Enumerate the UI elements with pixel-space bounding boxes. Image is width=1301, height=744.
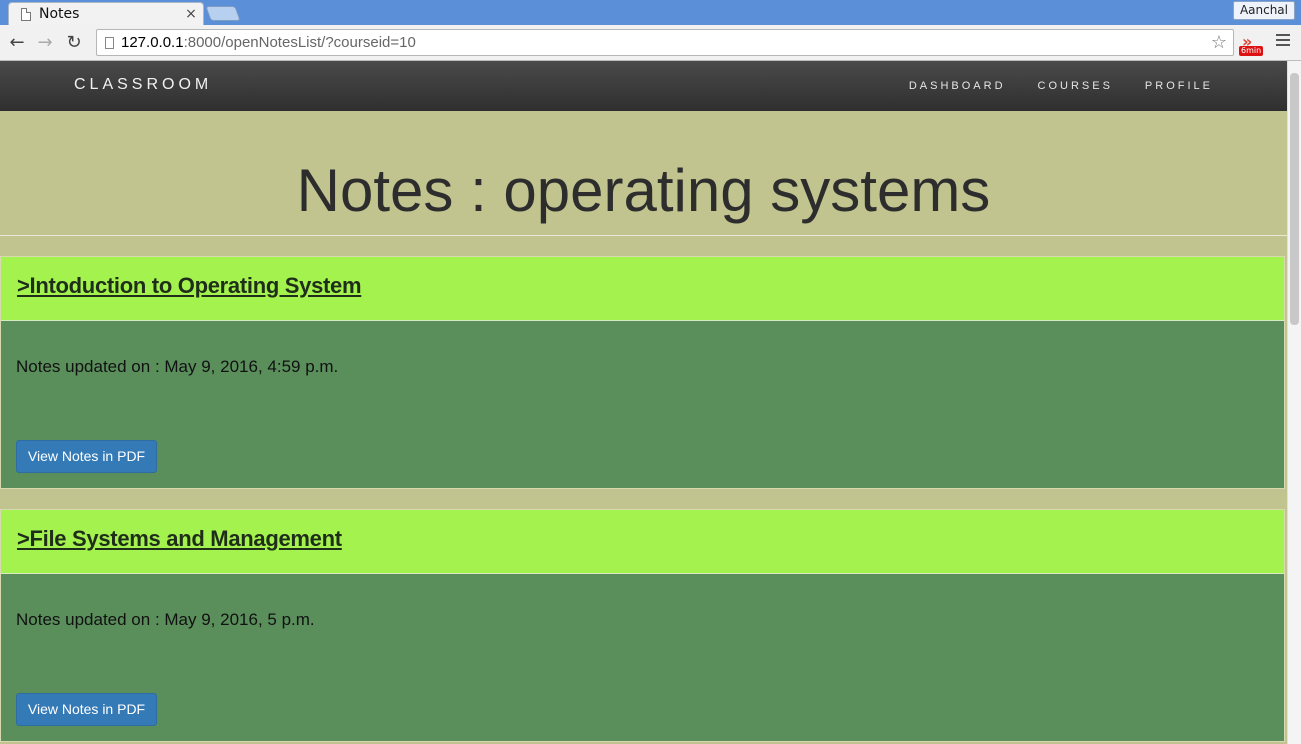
- page-icon: [105, 36, 114, 49]
- note-card: >File Systems and Management Notes updat…: [0, 509, 1285, 742]
- back-arrow-icon[interactable]: ←: [5, 29, 29, 55]
- page-viewport: CLASSROOM DASHBOARD COURSES PROFILE Note…: [0, 61, 1287, 744]
- nav-courses[interactable]: COURSES: [1038, 80, 1113, 92]
- site-nav-links: DASHBOARD COURSES PROFILE: [909, 80, 1213, 92]
- view-notes-pdf-button[interactable]: View Notes in PDF: [16, 440, 157, 473]
- profile-button[interactable]: Aanchal: [1232, 1, 1295, 20]
- note-title-link[interactable]: >File Systems and Management: [17, 526, 342, 551]
- url-path: :8000/openNotesList/?courseid=10: [183, 34, 416, 51]
- nav-profile[interactable]: PROFILE: [1145, 80, 1213, 92]
- url-host: 127.0.0.1: [121, 34, 184, 51]
- browser-tab-strip: Notes × Aanchal: [0, 0, 1301, 25]
- page-scrollbar[interactable]: [1287, 61, 1301, 744]
- tab-close-icon[interactable]: ×: [183, 6, 199, 22]
- forward-arrow-icon[interactable]: →: [33, 29, 57, 55]
- view-notes-pdf-button[interactable]: View Notes in PDF: [16, 693, 157, 726]
- page-title: Notes : operating systems: [296, 157, 991, 224]
- note-card: >Intoduction to Operating System Notes u…: [0, 256, 1285, 489]
- bookmark-star-icon[interactable]: ☆: [1211, 32, 1227, 53]
- address-bar[interactable]: 127.0.0.1:8000/openNotesList/?courseid=1…: [96, 29, 1234, 56]
- note-card-body: Notes updated on : May 9, 2016, 4:59 p.m…: [1, 321, 1284, 488]
- new-tab-button[interactable]: [205, 6, 241, 21]
- page-icon: [21, 7, 31, 21]
- scrollbar-thumb[interactable]: [1290, 73, 1299, 325]
- nav-dashboard[interactable]: DASHBOARD: [909, 80, 1006, 92]
- note-title-link[interactable]: >Intoduction to Operating System: [17, 273, 362, 298]
- browser-tab[interactable]: Notes ×: [8, 2, 204, 25]
- note-updated-text: Notes updated on : May 9, 2016, 5 p.m.: [16, 610, 315, 629]
- site-navbar: CLASSROOM DASHBOARD COURSES PROFILE: [0, 61, 1287, 111]
- menu-icon[interactable]: [1276, 34, 1290, 49]
- extension-icon[interactable]: » 6min: [1238, 32, 1266, 56]
- site-brand[interactable]: CLASSROOM: [74, 76, 212, 94]
- note-card-body: Notes updated on : May 9, 2016, 5 p.m. V…: [1, 574, 1284, 741]
- url-text: 127.0.0.1:8000/openNotesList/?courseid=1…: [121, 34, 416, 51]
- note-updated-text: Notes updated on : May 9, 2016, 4:59 p.m…: [16, 357, 339, 376]
- note-card-header: >Intoduction to Operating System: [1, 257, 1284, 321]
- extension-badge: 6min: [1239, 46, 1264, 56]
- tab-title: Notes: [39, 6, 80, 22]
- note-card-header: >File Systems and Management: [1, 510, 1284, 574]
- page-header: Notes : operating systems: [0, 111, 1287, 236]
- reload-icon[interactable]: ↻: [62, 29, 86, 55]
- browser-toolbar: ← → ↻ 127.0.0.1:8000/openNotesList/?cour…: [0, 25, 1301, 61]
